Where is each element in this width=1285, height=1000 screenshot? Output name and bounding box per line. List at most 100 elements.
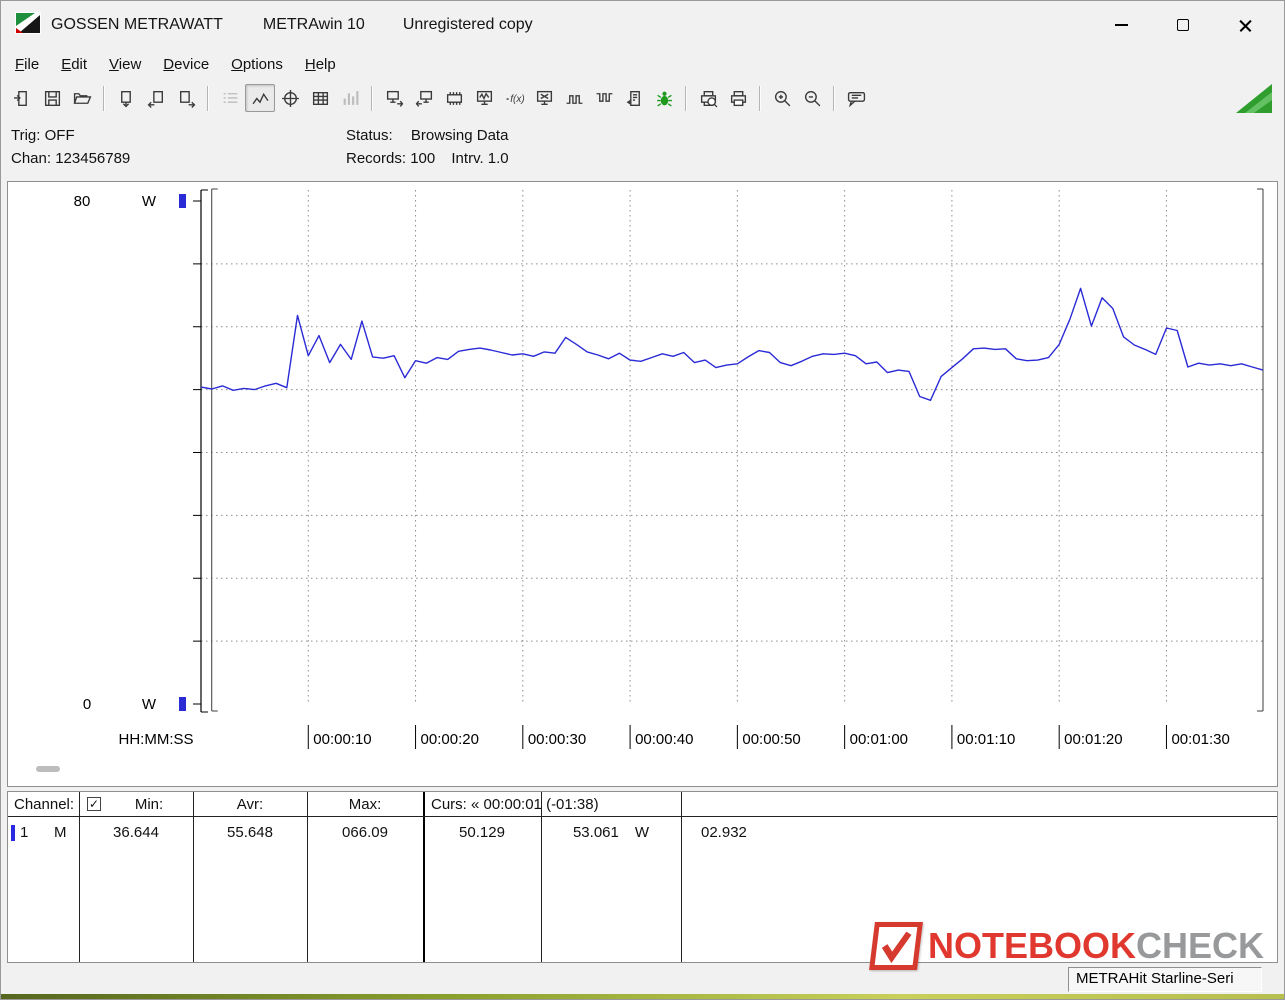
values-list-icon [221,89,240,108]
x-tick-label: 00:01:10 [957,731,1015,748]
product-name: METRAwin 10 [263,16,365,34]
table-divider [681,792,682,962]
power-chart: 80W0WHH:MM:SS00:00:1000:00:2000:00:3000:… [8,182,1277,786]
col-header-max: Max: [307,796,423,813]
cell-cursor-left-value: 50.129 [423,824,541,841]
toolbar-file-save-button[interactable] [37,84,67,112]
toolbar-print-preview-button[interactable] [693,84,723,112]
channel-checkbox[interactable]: ✓ [87,797,101,811]
toolbar-zoom-out-button[interactable] [797,84,827,112]
col-header-avr: Avr: [193,796,307,813]
power-chart-panel: 80W0WHH:MM:SS00:00:1000:00:2000:00:3000:… [7,181,1278,787]
toolbar-monitor-offline-button[interactable] [529,84,559,112]
menu-edit[interactable]: Edit [50,52,98,77]
menu-view[interactable]: View [98,52,152,77]
minimize-icon [1115,24,1128,26]
titlebar: GOSSEN METRAWATT METRAwin 10 Unregistere… [1,1,1284,49]
power-series-line [201,288,1263,400]
toolbar-device-events-button[interactable] [619,84,649,112]
toolbar-import-device-button[interactable] [141,84,171,112]
cell-max-value: 066.09 [307,824,423,841]
toolbar-bar-chart-button[interactable] [335,84,365,112]
toolbar-device-memory-button[interactable] [439,84,469,112]
monitor-offline-icon [535,89,554,108]
x-tick-label: 00:01:30 [1171,731,1229,748]
notebookcheck-check-icon [869,922,923,970]
toolbar-line-chart-button[interactable] [245,84,275,112]
device-to-pc-icon [415,89,434,108]
function-fx-icon: f(x) [505,89,524,108]
app-name: GOSSEN METRAWATT [51,16,223,34]
x-tick-label: 00:00:10 [313,731,371,748]
x-tick-label: 00:00:50 [742,731,800,748]
toolbar-separator [685,86,687,111]
window-controls [1090,1,1276,49]
toolbar-signal-lower-button[interactable] [559,84,589,112]
debug-bug-icon [655,89,674,108]
menu-device[interactable]: Device [152,52,220,77]
y-unit-label-top: W [142,193,157,210]
chart-horizontal-scrollbar-thumb[interactable] [36,766,60,772]
toolbar-file-new-button[interactable] [7,84,37,112]
toolbar-signal-upper-button[interactable] [589,84,619,112]
cell-channel-mode: M [54,824,67,841]
license-status: Unregistered copy [403,16,533,34]
toolbar-zoom-in-button[interactable] [767,84,797,112]
channel-color-marker [11,825,15,841]
toolbar-monitor-live-button[interactable] [469,84,499,112]
import-device-icon [147,89,166,108]
toolbar-device-to-pc-button[interactable] [409,84,439,112]
maximize-icon [1177,19,1189,31]
close-button[interactable] [1214,1,1276,49]
table-view-icon [311,89,330,108]
x-tick-label: 00:00:20 [421,731,479,748]
cell-cursor-right: 53.061 W [541,824,681,841]
toolbar-debug-bug-button[interactable] [649,84,679,112]
x-tick-label: 00:01:00 [850,731,908,748]
menu-options[interactable]: Options [220,52,294,77]
app-logo-icon [15,12,41,39]
zoom-out-icon [803,89,822,108]
notebookcheck-watermark: NOTEBOOKCHECK [872,922,1264,970]
toolbar-function-fx-button[interactable]: f(x) [499,84,529,112]
y-axis-handle-top[interactable] [179,194,186,208]
toolbar-folder-open-button[interactable] [67,84,97,112]
toolbar-export-data-button[interactable] [111,84,141,112]
y-max-label: 80 [74,193,91,210]
status-value: Browsing Data [411,127,509,144]
toolbar-separator [371,86,373,111]
toolbar-export-device-button[interactable] [171,84,201,112]
toolbar-values-list-button[interactable] [215,84,245,112]
toolbar-corner-indicator-icon [1236,84,1272,113]
toolbar-pc-to-device-button[interactable] [379,84,409,112]
toolbar-print-button[interactable] [723,84,753,112]
x-tick-label: 00:01:20 [1064,731,1122,748]
menu-help[interactable]: Help [294,52,347,77]
cell-avr-value: 55.648 [193,824,307,841]
x-tick-label: 00:00:40 [635,731,693,748]
maximize-button[interactable] [1152,1,1214,49]
watermark-text-check: CHECK [1136,925,1264,966]
toolbar-table-view-button[interactable] [305,84,335,112]
minimize-button[interactable] [1090,1,1152,49]
interval-value: Intrv. 1.0 [451,150,508,167]
signal-upper-icon [595,89,614,108]
toolbar-separator [833,86,835,111]
table-divider [79,792,80,962]
export-data-icon [117,89,136,108]
trigger-status: Trig: OFF [11,124,130,147]
file-new-icon [13,89,32,108]
col-header-channel: Channel: [14,796,74,813]
toolbar-scope-view-button[interactable] [275,84,305,112]
menu-file[interactable]: File [4,52,50,77]
toolbar-separator [103,86,105,111]
signal-lower-icon [565,89,584,108]
table-divider [307,792,308,962]
pc-to-device-icon [385,89,404,108]
menubar: File Edit View Device Options Help [1,49,1284,79]
device-name-field: METRAHit Starline-Seri [1068,967,1262,992]
y-axis-handle-bottom[interactable] [179,697,186,711]
hint-bubble-icon [847,89,866,108]
toolbar-separator [207,86,209,111]
toolbar-hint-bubble-button[interactable] [841,84,871,112]
